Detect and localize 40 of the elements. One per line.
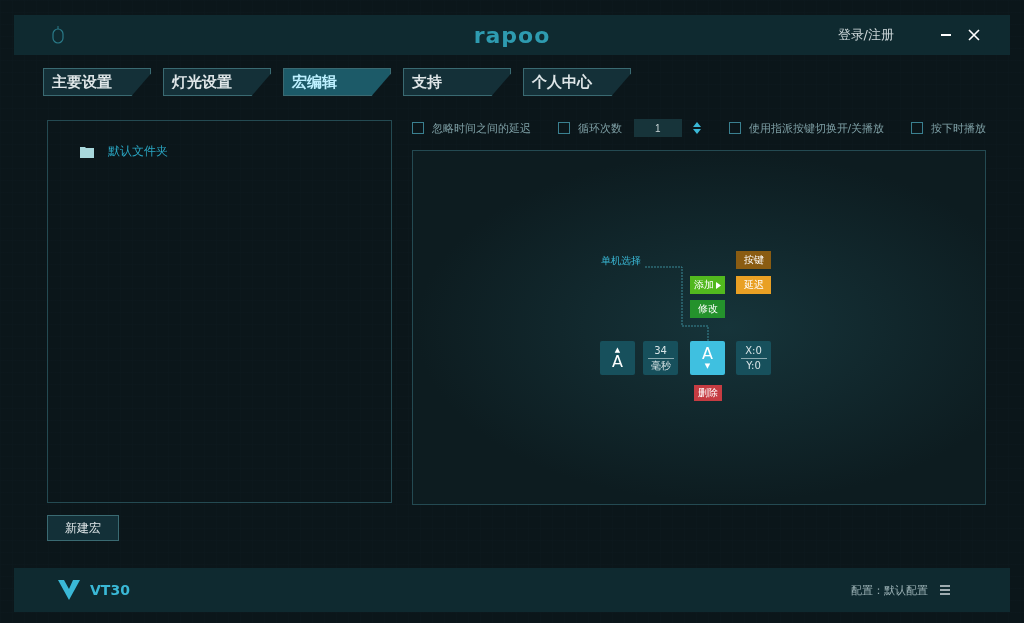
tab[interactable]: 灯光设置 [163,68,271,96]
folder-icon [80,145,94,158]
spinner-icon[interactable] [691,120,702,136]
option-label: 循环次数 [577,120,622,136]
option-label: 忽略时间之间的延迟 [432,120,531,136]
y-coordinate: Y:0 [746,358,761,373]
position-event[interactable]: X:0 Y:0 [736,341,771,375]
profile-label[interactable]: 配置：默认配置 [851,582,928,598]
new-macro-button[interactable]: 新建宏 [47,515,119,541]
key-label: A [612,354,623,370]
tab[interactable]: 支持 [403,68,511,96]
logo: rapoo [473,22,551,48]
checkbox[interactable] [412,122,424,134]
close-button[interactable] [968,29,980,41]
delete-button[interactable]: 删除 [694,385,722,401]
x-coordinate: X:0 [745,343,762,358]
device-name: VT30 [90,582,130,598]
mouse-icon [52,26,64,44]
delay-value: 34 [654,343,667,358]
delay-event[interactable]: 34 毫秒 [643,341,678,375]
checkbox[interactable] [557,122,570,134]
play-icon [716,281,721,289]
checkbox[interactable] [910,122,923,134]
folder-name[interactable]: 默认文件夹 [108,143,168,160]
tab[interactable]: 主要设置 [43,68,151,96]
option-label: 按下时播放 [930,120,986,136]
option-label: 使用指派按键切换开/关播放 [748,120,885,136]
checkbox[interactable] [728,122,741,134]
modify-button[interactable]: 修改 [690,300,725,318]
tab[interactable]: 个人中心 [523,68,631,96]
logo-icon [58,580,80,600]
close-icon [968,29,980,41]
menu-icon[interactable] [940,585,950,595]
delay-unit: 毫秒 [650,358,671,373]
key-label: A [702,346,713,362]
key-button[interactable]: 按键 [736,251,771,269]
login-link[interactable]: 登录/注册 [837,26,894,44]
tab[interactable]: 宏编辑 [283,68,391,96]
loop-count-field[interactable]: 1 [633,119,682,137]
hint-label: 单机选择 [601,254,641,268]
